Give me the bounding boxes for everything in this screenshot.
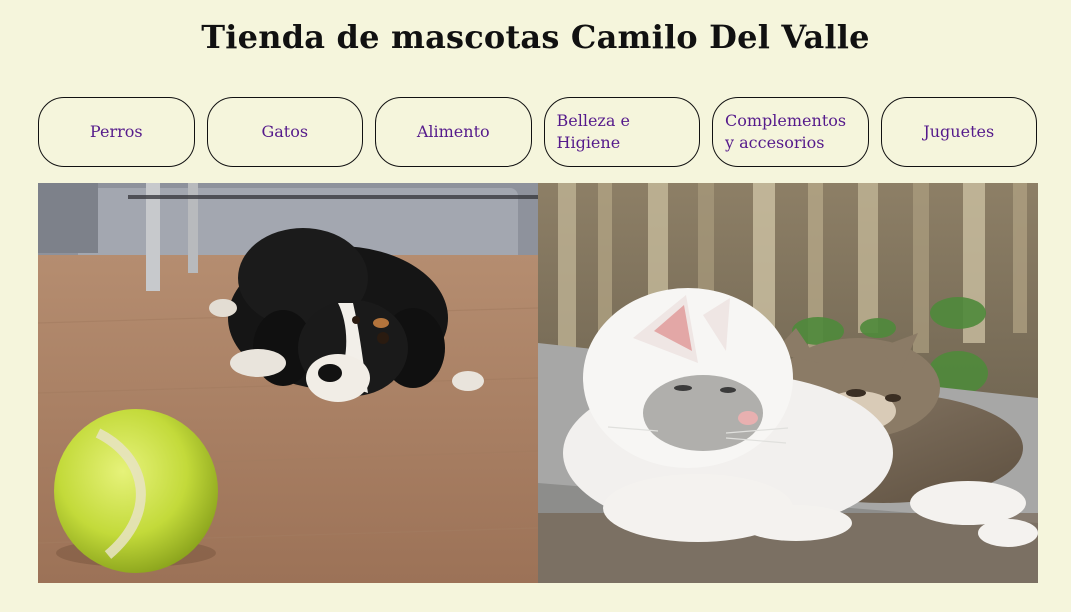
nav-link-alimento[interactable]: Alimento (375, 97, 532, 167)
nav-link-gatos[interactable]: Gatos (206, 97, 363, 167)
nav-link-belleza-higiene[interactable]: Belleza e Higiene (543, 97, 700, 167)
nav-link-complementos-accesorios[interactable]: Complementos y accesorios (712, 97, 869, 167)
nav-link-perros[interactable]: Perros (38, 97, 195, 167)
category-nav: Perros Gatos Alimento Belleza e Higiene … (38, 97, 1037, 167)
cats-photo (538, 183, 1038, 583)
page-title: Tienda de mascotas Camilo Del Valle (201, 18, 870, 56)
nav-link-juguetes[interactable]: Juguetes (880, 97, 1037, 167)
puppy-photo (38, 183, 538, 583)
photo-gallery (38, 183, 1038, 583)
